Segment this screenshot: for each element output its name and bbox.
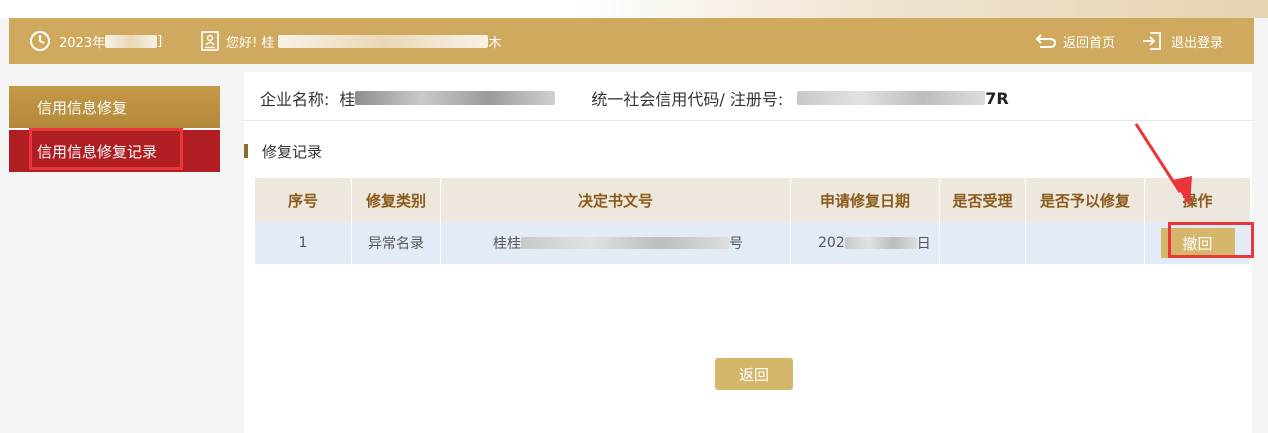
date-redacted <box>844 237 917 249</box>
doc-redacted <box>521 237 729 249</box>
row-category: 异常名录 <box>352 222 441 264</box>
page: 2023年 ] 您好! 桂 木 返回首页 退出登录 信用信息修复 信用信息修复记… <box>0 0 1268 433</box>
sidebar-item-repair[interactable]: 信用信息修复 <box>9 86 220 128</box>
header-bar: 2023年 ] 您好! 桂 木 返回首页 退出登录 <box>9 18 1254 64</box>
row-accepted <box>940 222 1026 264</box>
annotation-highlight-sidebar <box>29 128 183 170</box>
credit-code-label: 统一社会信用代码/ 注册号: <box>591 90 784 109</box>
username-redacted <box>278 34 489 48</box>
column-header: 修复类别 <box>352 178 441 222</box>
row-repaired <box>1026 222 1145 264</box>
greeting-suffix: 木 <box>488 35 502 51</box>
date-prefix: 2023年 <box>59 35 106 51</box>
date-suffix: 日 <box>916 236 931 252</box>
credit-code-suffix: 7R <box>985 88 1009 108</box>
back-button[interactable]: 返回 <box>715 358 793 390</box>
main-panel: 企业名称: 桂 统一社会信用代码/ 注册号: 7R 修复记录 序号 修复类别 决… <box>244 72 1252 433</box>
date-suffix: ] <box>157 33 163 49</box>
doc-prefix: 桂桂 <box>493 236 521 252</box>
column-header: 申请修复日期 <box>791 178 940 222</box>
column-header: 决定书文号 <box>441 178 791 222</box>
row-index: 1 <box>255 222 352 264</box>
greeting: 您好! 桂 木 <box>200 18 501 64</box>
company-name-prefix: 桂 <box>339 90 356 109</box>
annotation-highlight-withdraw <box>1168 222 1254 258</box>
return-icon <box>1035 32 1057 50</box>
annotation-arrow-icon <box>1134 123 1192 206</box>
user-badge-icon <box>200 30 220 52</box>
row-document-number: 桂桂 号 <box>441 222 791 264</box>
home-label: 返回首页 <box>1063 35 1116 51</box>
column-header: 是否受理 <box>940 178 1026 222</box>
greeting-prefix: 您好! 桂 <box>226 35 275 51</box>
section-title-text: 修复记录 <box>262 142 323 161</box>
divider <box>244 120 1252 121</box>
sidebar-item-label: 信用信息修复 <box>37 98 128 117</box>
logout-link[interactable]: 退出登录 <box>1141 18 1223 64</box>
row-apply-date: 202 日 <box>791 222 940 264</box>
date-display: 2023年 ] <box>29 18 162 64</box>
table-row: 1 异常名录 桂桂 号 202 日 撤回 <box>255 222 1250 264</box>
records-table: 序号 修复类别 决定书文号 申请修复日期 是否受理 是否予以修复 操作 1 异常… <box>255 178 1250 264</box>
column-header: 序号 <box>255 178 352 222</box>
company-name-redacted <box>355 91 556 105</box>
date-redacted <box>105 34 158 48</box>
clock-icon <box>29 30 51 52</box>
company-name-label: 企业名称: <box>260 90 330 109</box>
section-title: 修复记录 <box>244 140 322 162</box>
logout-label: 退出登录 <box>1171 35 1224 51</box>
logout-icon <box>1141 30 1163 52</box>
company-info: 企业名称: 桂 统一社会信用代码/ 注册号: 7R <box>260 86 1009 110</box>
doc-suffix: 号 <box>729 236 743 252</box>
section-marker <box>244 144 248 158</box>
home-link[interactable]: 返回首页 <box>1035 18 1115 64</box>
table-header: 序号 修复类别 决定书文号 申请修复日期 是否受理 是否予以修复 操作 <box>255 178 1250 222</box>
top-decoration <box>0 0 1268 18</box>
credit-code-redacted <box>797 91 986 105</box>
date-prefix: 202 <box>818 235 845 251</box>
